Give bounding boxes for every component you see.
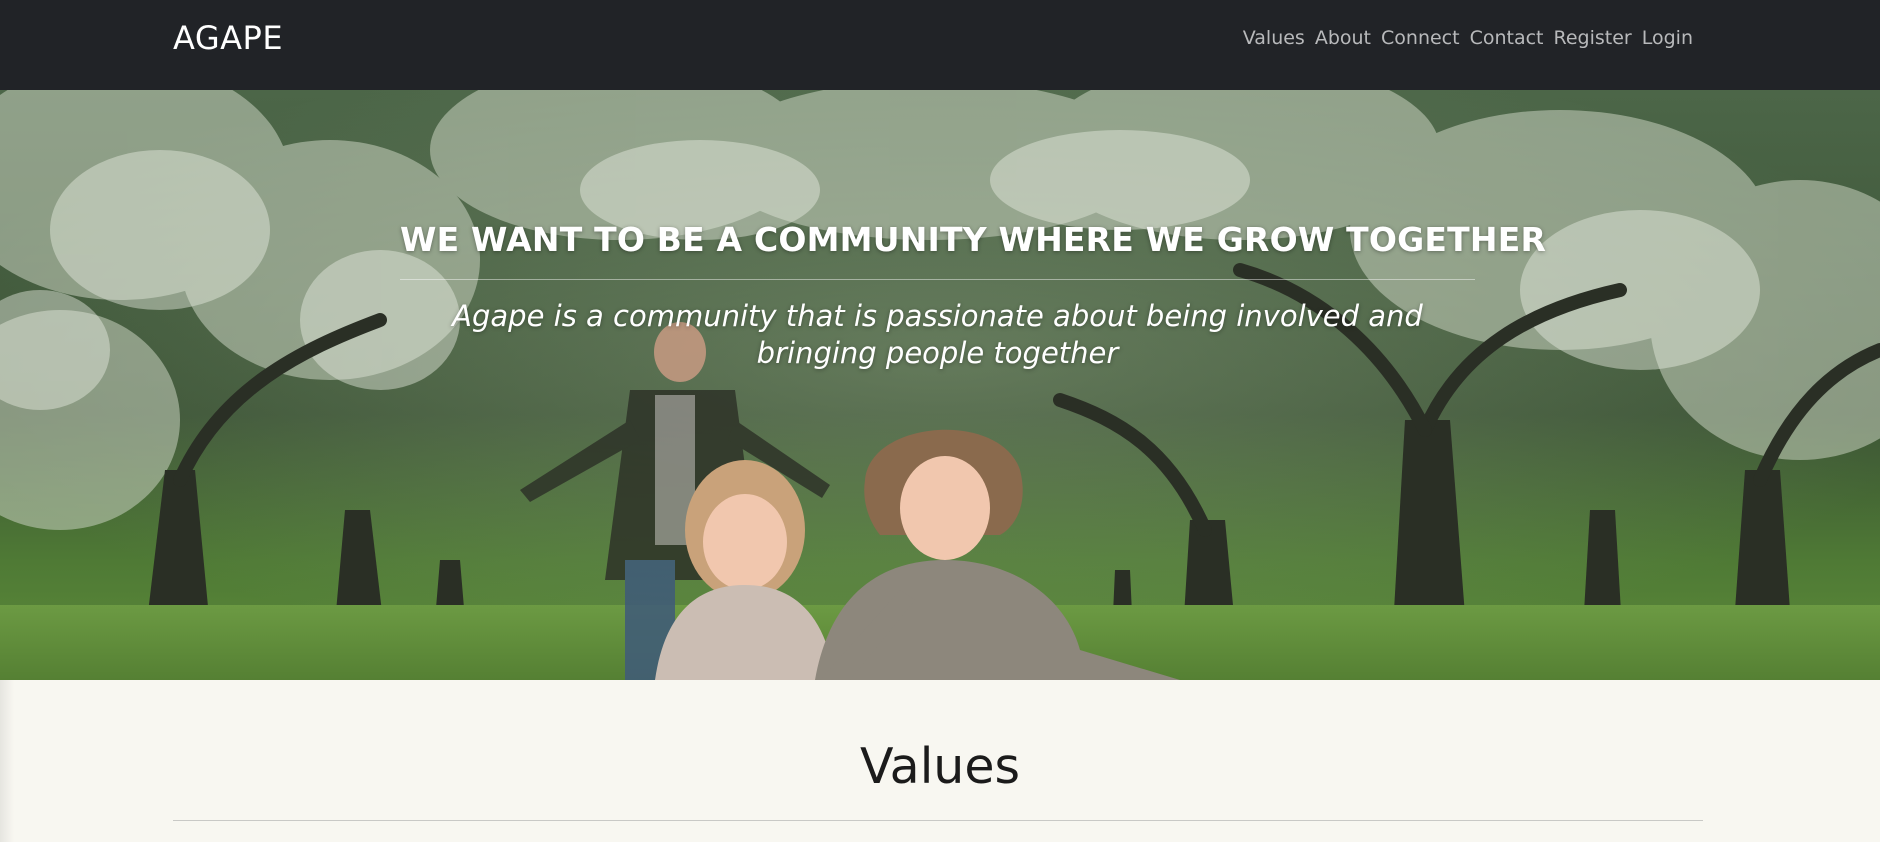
hero-subtitle-line-1: Agape is a community that is passionate …: [452, 299, 1423, 333]
hero-title: WE WANT TO BE A COMMUNITY WHERE WE GROW …: [400, 220, 1547, 259]
values-heading: Values: [859, 738, 1021, 795]
brand-logo-link[interactable]: AGAPE: [173, 19, 283, 57]
nav-link-connect[interactable]: Connect: [1371, 27, 1460, 49]
hero-background-photo: [0, 90, 1880, 680]
nav-link-login[interactable]: Login: [1632, 27, 1693, 49]
navbar: AGAPE Values About Connect Contact Regis…: [0, 0, 1880, 90]
nav-link-about[interactable]: About: [1305, 27, 1371, 49]
hero-subtitle: Agape is a community that is passionate …: [400, 298, 1475, 372]
nav-link-register[interactable]: Register: [1544, 27, 1632, 49]
values-section: Values: [0, 680, 1880, 842]
hero-section: WE WANT TO BE A COMMUNITY WHERE WE GROW …: [0, 90, 1880, 680]
hero-content: WE WANT TO BE A COMMUNITY WHERE WE GROW …: [400, 220, 1547, 372]
nav-link-values[interactable]: Values: [1233, 27, 1305, 49]
hero-divider: [400, 279, 1475, 280]
hero-subtitle-line-2: bringing people together: [756, 336, 1119, 370]
nav-links: Values About Connect Contact Register Lo…: [1233, 27, 1693, 49]
values-divider: [173, 820, 1703, 821]
nav-link-contact[interactable]: Contact: [1460, 27, 1544, 49]
